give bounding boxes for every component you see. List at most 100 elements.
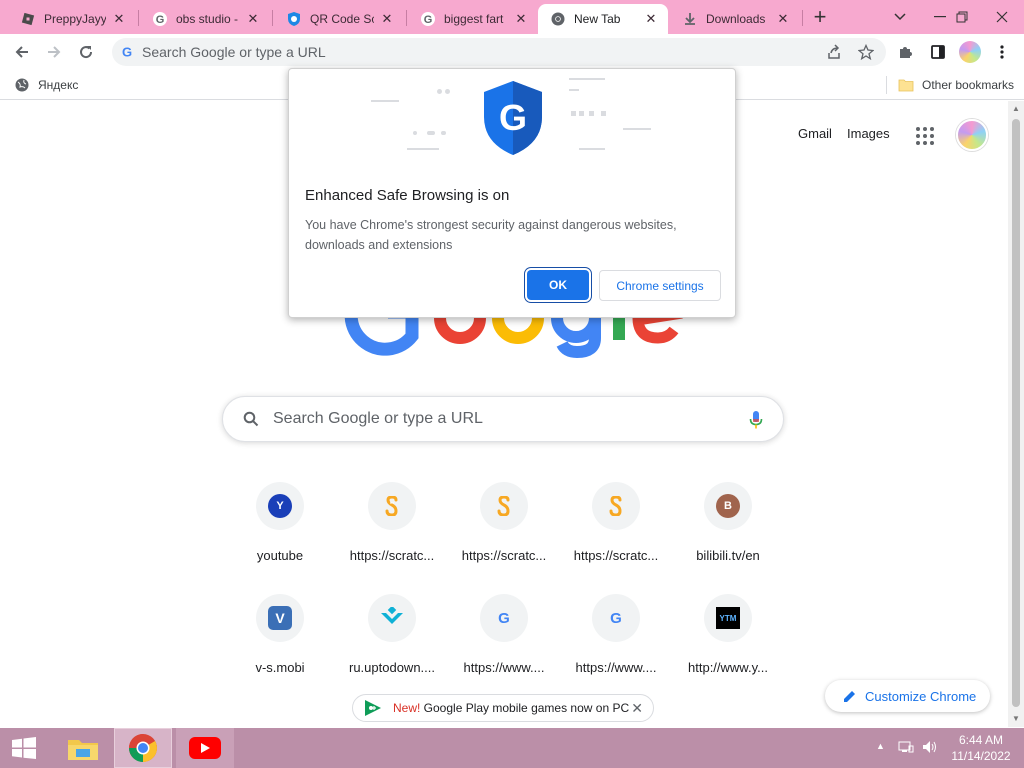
chrome-taskbar-button[interactable] xyxy=(114,728,172,768)
customize-chrome-button[interactable]: Customize Chrome xyxy=(825,680,990,712)
start-button[interactable] xyxy=(0,728,48,768)
globe-icon xyxy=(15,78,29,92)
forward-button[interactable] xyxy=(40,38,68,66)
shortcut-tile[interactable]: G https://www.... xyxy=(448,578,560,690)
ok-button[interactable]: OK xyxy=(527,270,589,300)
puzzle-icon xyxy=(900,47,912,58)
shortcut-icon: V xyxy=(256,594,304,642)
shortcut-icon: B xyxy=(704,482,752,530)
close-icon[interactable]: ✕ xyxy=(774,10,792,28)
close-icon[interactable]: ✕ xyxy=(110,10,128,28)
scratch-icon xyxy=(368,482,416,530)
youtube-icon xyxy=(189,737,221,759)
star-icon xyxy=(858,44,874,60)
apps-grid-icon[interactable] xyxy=(913,124,937,148)
volume-icon[interactable] xyxy=(922,740,938,757)
close-icon[interactable]: ✕ xyxy=(512,10,530,28)
shortcut-label: https://scratc... xyxy=(349,548,435,563)
shortcut-label: https://scratc... xyxy=(573,548,659,563)
page-scrollbar[interactable]: ▲ ▼ xyxy=(1008,101,1024,727)
shortcut-label: https://scratc... xyxy=(461,548,547,563)
tab-search-button[interactable] xyxy=(878,0,922,34)
search-placeholder: Search Google or type a URL xyxy=(273,410,483,427)
avatar xyxy=(959,41,981,63)
close-icon[interactable]: ✕ xyxy=(642,10,660,28)
shortcut-tile[interactable]: B bilibili.tv/en xyxy=(672,466,784,578)
shortcut-tile[interactable]: https://scratc... xyxy=(448,466,560,578)
tab-obs-studio[interactable]: G obs studio - ✕ xyxy=(140,4,270,34)
new-tab-button[interactable]: + xyxy=(798,0,842,34)
network-icon[interactable] xyxy=(898,740,914,757)
restore-button[interactable] xyxy=(940,0,984,34)
shortcut-label: bilibili.tv/en xyxy=(696,548,760,563)
menu-button[interactable] xyxy=(988,38,1016,66)
avatar[interactable] xyxy=(956,119,988,151)
shortcut-tile[interactable]: https://scratc... xyxy=(336,466,448,578)
bookmark-label: Яндекс xyxy=(38,78,79,92)
close-window-button[interactable] xyxy=(980,0,1024,34)
google-play-games-icon xyxy=(363,699,383,717)
chrome-icon xyxy=(129,734,157,762)
scrollbar-thumb[interactable] xyxy=(1012,119,1020,707)
shortcut-tile[interactable]: Y youtube xyxy=(224,466,336,578)
profile-button[interactable] xyxy=(956,38,984,66)
tab-qr-code[interactable]: QR Code Sc ✕ xyxy=(274,4,404,34)
close-icon[interactable]: ✕ xyxy=(244,10,262,28)
bookmark-star-button[interactable] xyxy=(852,38,880,66)
tab-downloads[interactable]: Downloads ✕ xyxy=(670,4,800,34)
shortcut-tile[interactable]: V v-s.mobi xyxy=(224,578,336,690)
tab-title: obs studio - xyxy=(176,12,239,26)
images-link[interactable]: Images xyxy=(847,126,890,141)
gmail-link[interactable]: Gmail xyxy=(798,126,832,141)
scratch-icon xyxy=(592,482,640,530)
tab-preppyjayy[interactable]: PreppyJayy ✕ xyxy=(8,4,136,34)
google-icon: G xyxy=(480,594,528,642)
omnibox[interactable]: G Search Google or type a URL xyxy=(112,38,886,66)
tab-biggest-fart[interactable]: G biggest fart ✕ xyxy=(408,4,538,34)
shortcut-icon: Y xyxy=(256,482,304,530)
scroll-up-icon[interactable]: ▲ xyxy=(1011,104,1021,114)
file-explorer-button[interactable] xyxy=(54,728,112,768)
tab-new-tab[interactable]: New Tab ✕ xyxy=(538,4,668,34)
shortcut-label: v-s.mobi xyxy=(255,660,305,675)
shortcut-tile[interactable]: https://scratc... xyxy=(560,466,672,578)
tab-title: New Tab xyxy=(574,12,621,26)
other-bookmarks-folder[interactable]: Other bookmarks xyxy=(898,76,1014,94)
microphone-icon[interactable] xyxy=(749,411,763,429)
promo-text: Google Play mobile games now on PC xyxy=(420,701,630,715)
chrome-settings-button[interactable]: Chrome settings xyxy=(599,270,721,301)
promo-banner[interactable]: New! Google Play mobile games now on PC … xyxy=(352,694,654,722)
bookmark-yandex[interactable]: Яндекс xyxy=(14,76,78,94)
google-icon: G xyxy=(420,11,436,27)
tab-strip: PreppyJayy ✕ G obs studio - ✕ QR Code Sc… xyxy=(0,0,1024,34)
clock-time: 6:44 AM xyxy=(958,733,1004,747)
tab-title: Downloads xyxy=(706,12,766,26)
back-button[interactable] xyxy=(8,38,36,66)
side-panel-icon xyxy=(931,45,945,59)
shortcut-tile[interactable]: YTM http://www.y... xyxy=(672,578,784,690)
system-clock[interactable]: 6:44 AM 11/14/2022 xyxy=(948,732,1014,764)
close-icon[interactable]: ✕ xyxy=(631,700,643,717)
close-icon[interactable]: ✕ xyxy=(378,10,396,28)
shortcut-label: https://www.... xyxy=(463,660,545,675)
ytm-icon: YTM xyxy=(704,594,752,642)
share-button[interactable] xyxy=(820,38,848,66)
shortcut-tile[interactable]: G https://www.... xyxy=(560,578,672,690)
search-input[interactable]: Search Google or type a URL xyxy=(222,396,784,442)
extensions-button[interactable] xyxy=(892,38,920,66)
tray-overflow-icon[interactable]: ▲ xyxy=(876,741,885,751)
scroll-down-icon[interactable]: ▼ xyxy=(1011,714,1021,724)
safe-browsing-dialog: G Enhanced Safe Browsing is on You have … xyxy=(288,68,736,318)
reload-button[interactable] xyxy=(72,38,100,66)
youtube-taskbar-button[interactable] xyxy=(176,728,234,768)
back-arrow-icon xyxy=(15,46,28,58)
reload-icon xyxy=(80,46,93,59)
qr-shield-icon xyxy=(286,11,302,27)
windows-taskbar: ▲ 6:44 AM 11/14/2022 xyxy=(0,728,1024,768)
side-panel-button[interactable] xyxy=(924,38,952,66)
shortcut-label: ru.uptodown.... xyxy=(349,660,435,675)
google-icon: G xyxy=(592,594,640,642)
shortcut-tile[interactable]: ru.uptodown.... xyxy=(336,578,448,690)
restore-icon xyxy=(956,11,968,23)
roblox-icon xyxy=(20,11,36,27)
